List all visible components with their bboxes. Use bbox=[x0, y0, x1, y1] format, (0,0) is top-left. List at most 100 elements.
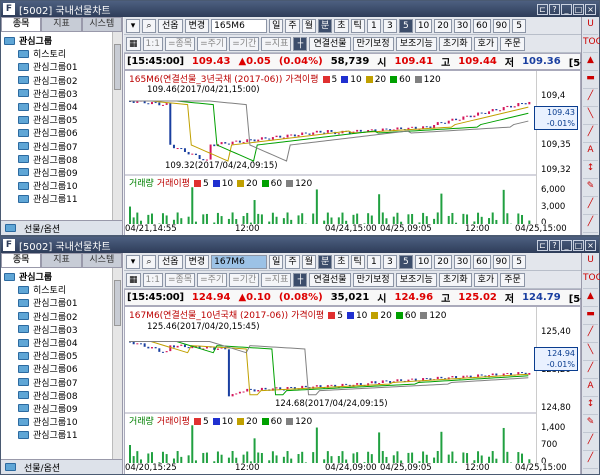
toolbar-button[interactable]: 주문 bbox=[500, 272, 525, 287]
drawing-tool[interactable]: ╱ bbox=[583, 91, 598, 107]
market-select[interactable]: 선옵 bbox=[158, 254, 183, 269]
tree-item[interactable]: 관심그룹10 bbox=[4, 415, 122, 428]
drawing-tool[interactable]: ╱ bbox=[583, 435, 598, 451]
drawing-tool[interactable]: ╱ bbox=[583, 327, 598, 343]
close-icon[interactable]: × bbox=[585, 3, 596, 15]
close-icon[interactable]: × bbox=[585, 239, 596, 251]
sync-option[interactable]: =주기 bbox=[197, 36, 228, 51]
period-button[interactable]: 분 bbox=[317, 254, 333, 269]
dropdown-icon[interactable]: ▾ bbox=[126, 18, 140, 33]
drawing-tool[interactable]: A bbox=[583, 381, 598, 397]
tree-item[interactable]: 관심그룹03 bbox=[4, 323, 122, 336]
period-button[interactable]: 일 bbox=[269, 254, 284, 269]
interval-button[interactable]: 90 bbox=[492, 18, 511, 33]
tree-item[interactable]: 관심그룹05 bbox=[4, 349, 122, 362]
interval-button[interactable]: 10 bbox=[414, 254, 433, 269]
interval-button[interactable]: 60 bbox=[473, 254, 491, 269]
tree-item[interactable]: 관심그룹11 bbox=[4, 428, 122, 441]
toolbar-button[interactable]: 호가 bbox=[473, 272, 499, 287]
tree-item[interactable]: 관심그룹02 bbox=[4, 74, 122, 87]
toolbar-button[interactable]: 초기화 bbox=[438, 272, 472, 287]
sync-option[interactable]: =종목 bbox=[165, 36, 196, 51]
tree-item[interactable]: 관심그룹05 bbox=[4, 113, 122, 126]
tree-item[interactable]: 관심그룹02 bbox=[4, 310, 122, 323]
drawing-tool[interactable]: ╱ bbox=[583, 363, 598, 379]
sync-option[interactable]: =주기 bbox=[197, 272, 228, 287]
sync-option[interactable]: =지표 bbox=[261, 36, 292, 51]
drawing-tool[interactable]: ↕ bbox=[583, 399, 598, 415]
interval-button[interactable]: 90 bbox=[492, 254, 511, 269]
sync-option[interactable]: 1:1 bbox=[142, 36, 163, 51]
tree-item[interactable]: 관심그룹06 bbox=[4, 126, 122, 139]
period-button[interactable]: 틱 bbox=[350, 18, 365, 33]
tree-footer[interactable]: 선물/옵션 bbox=[1, 220, 122, 235]
tree-item[interactable]: 관심그룹01 bbox=[4, 60, 122, 73]
chart-area[interactable]: 167M6(연결선물_10년국채 (2017-06)) 가격이평 5 10 20 60 12… bbox=[124, 306, 581, 474]
link-icon[interactable]: ⊏ bbox=[537, 239, 548, 251]
tree-item[interactable]: 관심그룹07 bbox=[4, 140, 122, 153]
minimize-icon[interactable]: _ bbox=[561, 3, 572, 15]
interval-button[interactable]: 10 bbox=[414, 18, 433, 33]
drawing-tool[interactable]: ╱ bbox=[583, 199, 598, 215]
tree-root[interactable]: 관심그룹 bbox=[4, 270, 122, 283]
drawing-tool[interactable]: TOOL bbox=[583, 37, 600, 53]
grid-icon[interactable]: ▦ bbox=[126, 272, 141, 287]
drawing-tool[interactable]: A bbox=[583, 145, 598, 161]
period-button[interactable]: 분 bbox=[317, 18, 333, 33]
change-select[interactable]: 변경 bbox=[184, 18, 210, 33]
toolbar-button[interactable]: 만기보정 bbox=[352, 36, 394, 51]
drawing-tool[interactable]: U bbox=[583, 19, 598, 35]
toolbar-button[interactable]: 보조기능 bbox=[395, 272, 437, 287]
interval-button[interactable]: 60 bbox=[473, 18, 491, 33]
drawing-tool[interactable]: ↕ bbox=[583, 163, 598, 179]
toolbar-button[interactable]: 연결선물 bbox=[309, 272, 351, 287]
drawing-tool[interactable]: ▬ bbox=[583, 309, 598, 325]
tree-item[interactable]: 관심그룹08 bbox=[4, 389, 122, 402]
chart-area[interactable]: 165M6(연결선물_3년국채 (2017-06)) 가격이평 5 10 20 60 120… bbox=[124, 70, 581, 235]
code-input[interactable]: 167M6 bbox=[211, 254, 268, 269]
scroll-thumb[interactable] bbox=[114, 44, 121, 90]
drawing-tool[interactable]: ╲ bbox=[583, 109, 598, 125]
grid-icon[interactable]: ▦ bbox=[126, 36, 141, 51]
interval-button[interactable]: 3 bbox=[382, 18, 397, 33]
interval-button[interactable]: 5 bbox=[398, 254, 413, 269]
code-input[interactable]: 165M6 bbox=[211, 18, 268, 33]
left-tab[interactable]: 지표 bbox=[41, 253, 82, 268]
left-tab[interactable]: 시스템 bbox=[81, 253, 122, 268]
period-button[interactable]: 월 bbox=[301, 18, 316, 33]
sync-option[interactable]: =기간 bbox=[229, 36, 260, 51]
drawing-tool[interactable]: ▲ bbox=[583, 55, 598, 71]
tree-item[interactable]: 관심그룹09 bbox=[4, 166, 122, 179]
sync-option[interactable]: =기간 bbox=[229, 272, 260, 287]
interval-button[interactable]: 5 bbox=[512, 18, 527, 33]
left-tab[interactable]: 종목 bbox=[1, 253, 42, 268]
tree-item[interactable]: 관심그룹11 bbox=[4, 192, 122, 205]
tree-item[interactable]: 관심그룹01 bbox=[4, 296, 122, 309]
dropdown-icon[interactable]: ▾ bbox=[126, 254, 140, 269]
left-tab[interactable]: 지표 bbox=[41, 17, 82, 32]
period-button[interactable]: 일 bbox=[269, 18, 284, 33]
maximize-icon[interactable]: □ bbox=[573, 3, 584, 15]
left-tab[interactable]: 시스템 bbox=[81, 17, 122, 32]
period-button[interactable]: 틱 bbox=[350, 254, 365, 269]
period-button[interactable]: 초 bbox=[334, 18, 349, 33]
tree-item[interactable]: 관심그룹09 bbox=[4, 402, 122, 415]
scroll-thumb[interactable] bbox=[114, 280, 121, 326]
toolbar-button[interactable]: 초기화 bbox=[438, 36, 472, 51]
interval-button[interactable]: 5 bbox=[512, 254, 527, 269]
interval-button[interactable]: 20 bbox=[434, 254, 452, 269]
tree-item[interactable]: 히스토리 bbox=[4, 283, 122, 296]
sync-option[interactable]: =지표 bbox=[261, 272, 292, 287]
search-icon[interactable]: ⌕ bbox=[142, 254, 156, 269]
toolbar-button[interactable]: 호가 bbox=[473, 36, 499, 51]
period-button[interactable]: 월 bbox=[301, 254, 316, 269]
interval-button[interactable]: 30 bbox=[453, 254, 472, 269]
interval-button[interactable]: 30 bbox=[453, 18, 472, 33]
maximize-icon[interactable]: □ bbox=[573, 239, 584, 251]
tree-item[interactable]: 히스토리 bbox=[4, 47, 122, 60]
toolbar-button[interactable]: 연결선물 bbox=[309, 36, 351, 51]
tree-item[interactable]: 관심그룹06 bbox=[4, 362, 122, 375]
crosshair-icon[interactable]: ┼ bbox=[293, 272, 308, 287]
drawing-tool[interactable]: ╱ bbox=[583, 453, 598, 469]
tree-item[interactable]: 관심그룹07 bbox=[4, 376, 122, 389]
